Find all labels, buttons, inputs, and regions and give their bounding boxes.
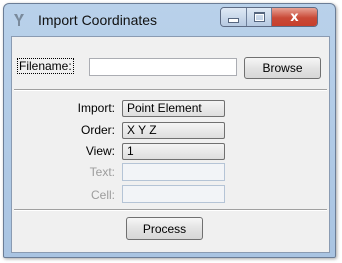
browse-button[interactable]: Browse <box>244 57 321 79</box>
browse-button-label: Browse <box>262 61 303 75</box>
view-label: View: <box>85 144 115 158</box>
maximize-button[interactable] <box>247 8 272 26</box>
dialog-body: Filename: Browse Import: Point Element O… <box>11 36 330 253</box>
caption-buttons: x <box>220 7 318 27</box>
bottom-divider <box>14 209 327 211</box>
import-coordinates-dialog: Import Coordinates x Filename: Browse Im… <box>3 3 336 258</box>
top-divider <box>14 89 327 91</box>
text-field <box>122 163 225 181</box>
title-bar[interactable]: Import Coordinates x <box>4 4 335 36</box>
import-label: Import: <box>77 101 115 115</box>
process-button[interactable]: Process <box>126 217 203 240</box>
microstation-icon[interactable] <box>13 13 25 27</box>
filename-input[interactable] <box>89 58 237 76</box>
window-title: Import Coordinates <box>38 12 158 28</box>
close-button[interactable]: x <box>272 8 317 26</box>
order-label: Order: <box>80 123 115 137</box>
cell-label: Cell: <box>90 188 115 202</box>
view-button[interactable]: 1 <box>122 143 225 160</box>
cell-field <box>122 185 225 203</box>
maximize-icon <box>253 12 265 22</box>
close-icon: x <box>290 9 299 25</box>
order-button[interactable]: X Y Z <box>122 122 225 139</box>
filename-label: Filename: <box>17 58 74 74</box>
minimize-button[interactable] <box>221 8 247 26</box>
minimize-icon <box>228 17 239 23</box>
text-label: Text: <box>89 165 115 179</box>
import-type-button[interactable]: Point Element <box>122 100 225 117</box>
process-button-label: Process <box>142 221 187 236</box>
